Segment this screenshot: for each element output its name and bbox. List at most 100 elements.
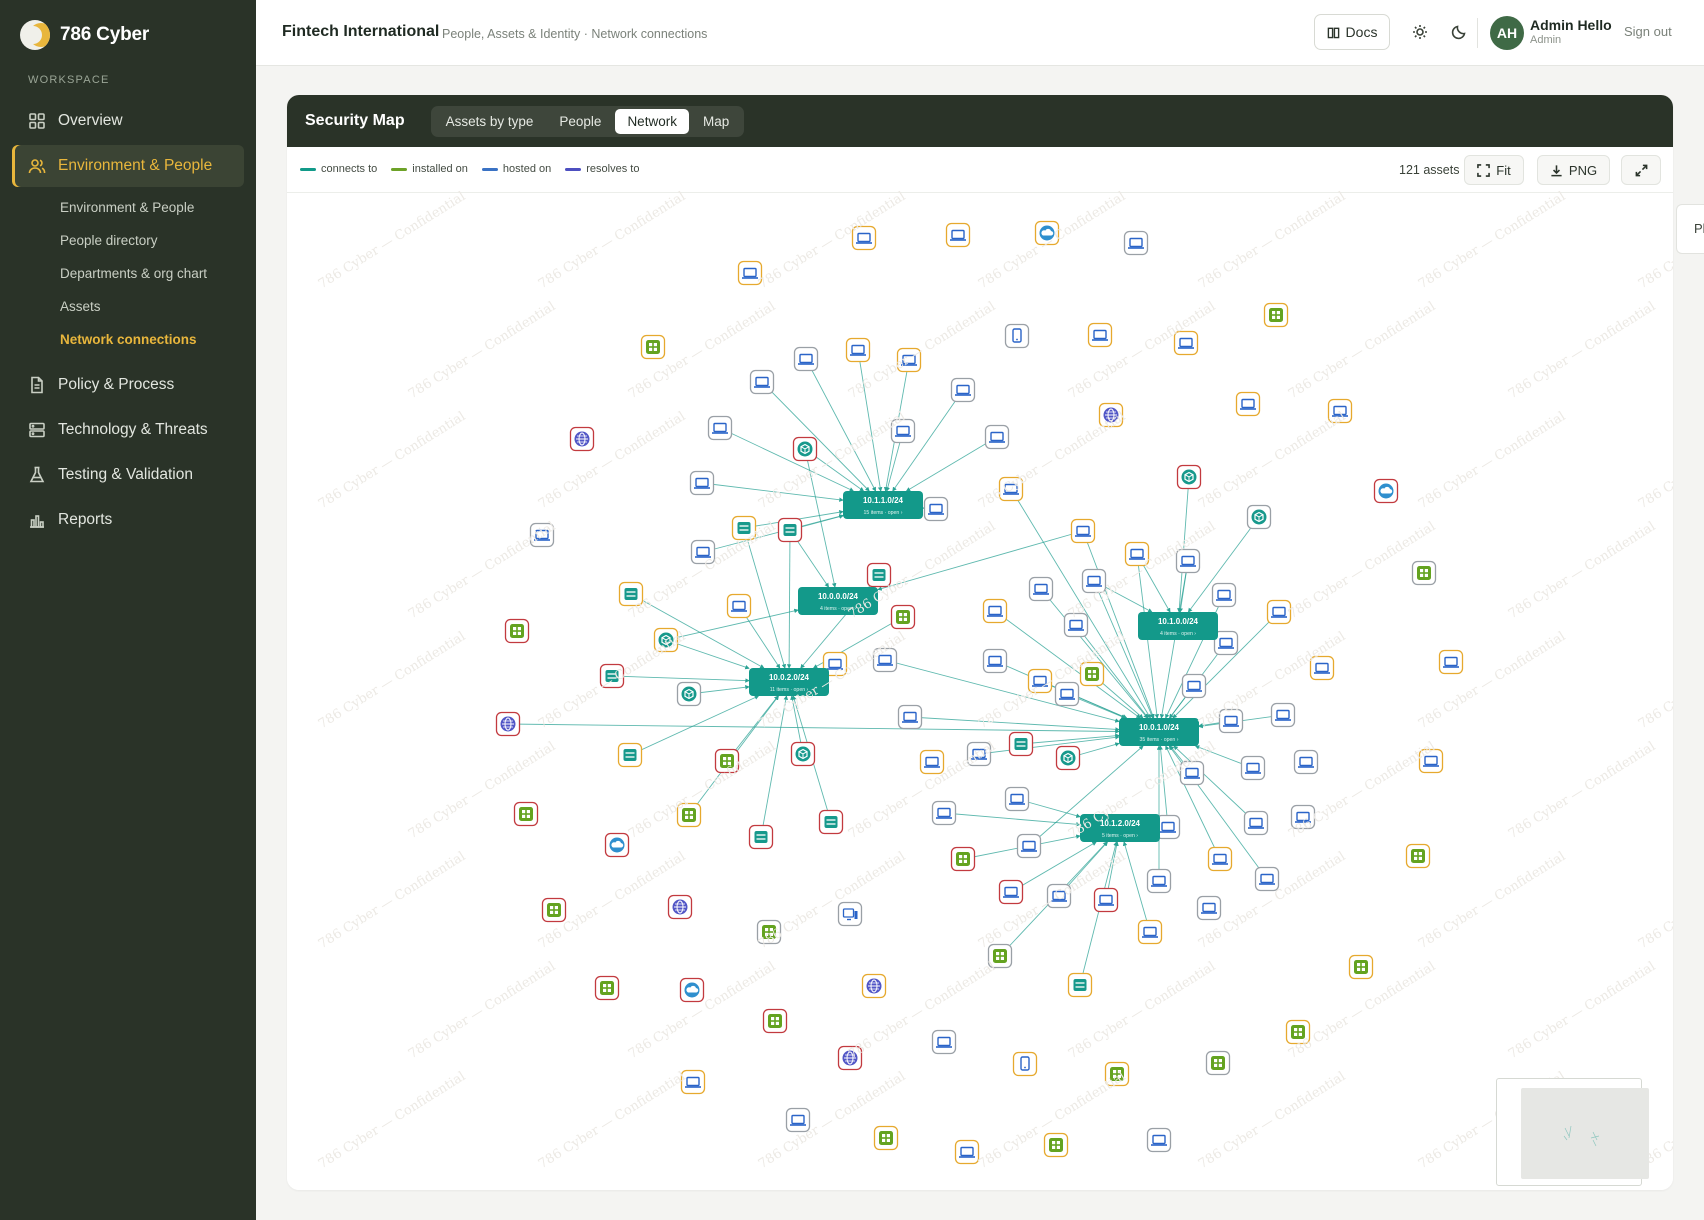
asset-node[interactable]	[923, 496, 949, 522]
asset-node[interactable]	[1034, 220, 1060, 246]
tab-network[interactable]: Network	[615, 108, 689, 134]
asset-node[interactable]	[845, 337, 871, 363]
asset-node[interactable]	[604, 832, 630, 858]
minimap[interactable]	[1496, 1078, 1649, 1186]
asset-node[interactable]	[945, 222, 971, 248]
subnav-item-departments[interactable]: Departments & org chart	[12, 257, 244, 290]
tab-people[interactable]: People	[547, 109, 613, 134]
asset-node[interactable]	[1093, 887, 1119, 913]
brand[interactable]: 786 Cyber	[20, 20, 149, 50]
sidebar-item-reports[interactable]: Reports	[12, 499, 244, 541]
subnet-summary[interactable]: 4 items · open ›	[1160, 631, 1196, 637]
asset-node[interactable]	[1123, 230, 1149, 256]
asset-node[interactable]	[1246, 504, 1272, 530]
asset-node[interactable]	[897, 704, 923, 730]
subnet-hub[interactable]: 10.0.0.0/24 4 items · open ›	[798, 587, 878, 615]
asset-node[interactable]	[726, 593, 752, 619]
asset-node[interactable]	[1373, 478, 1399, 504]
asset-node[interactable]	[1218, 708, 1244, 734]
asset-node[interactable]	[1411, 560, 1437, 586]
asset-node[interactable]	[690, 539, 716, 565]
asset-node[interactable]	[1004, 323, 1030, 349]
subnet-hub[interactable]: 10.1.0.0/24 4 items · open ›	[1138, 612, 1218, 640]
asset-node[interactable]	[653, 627, 679, 653]
asset-node[interactable]	[1207, 846, 1233, 872]
asset-node[interactable]	[749, 369, 775, 395]
asset-node[interactable]	[599, 663, 625, 689]
asset-node[interactable]	[1243, 810, 1269, 836]
asset-node[interactable]	[1098, 402, 1124, 428]
asset-node[interactable]	[785, 1107, 811, 1133]
subnet-hub[interactable]: 10.1.2.0/24 5 items · open ›	[1080, 814, 1160, 842]
asset-node[interactable]	[982, 598, 1008, 624]
network-graph-canvas[interactable]: 786 Cyber — Confidential786 Cyber — Conf…	[287, 189, 1673, 1190]
asset-node[interactable]	[1137, 919, 1163, 945]
asset-node[interactable]	[861, 973, 887, 999]
asset-node[interactable]	[1081, 568, 1107, 594]
asset-node[interactable]	[1004, 786, 1030, 812]
asset-node[interactable]	[1046, 883, 1072, 909]
asset-node[interactable]	[748, 824, 774, 850]
fullscreen-button[interactable]	[1621, 155, 1661, 185]
asset-node[interactable]	[984, 424, 1010, 450]
asset-node[interactable]	[1063, 612, 1089, 638]
asset-node[interactable]	[1028, 576, 1054, 602]
asset-node[interactable]	[1290, 804, 1316, 830]
asset-node[interactable]	[1124, 541, 1150, 567]
light-mode-toggle[interactable]	[1410, 22, 1430, 42]
asset-node[interactable]	[618, 581, 644, 607]
asset-node[interactable]	[617, 742, 643, 768]
asset-node[interactable]	[1405, 843, 1431, 869]
asset-node[interactable]	[689, 470, 715, 496]
asset-node[interactable]	[1240, 755, 1266, 781]
asset-node[interactable]	[679, 977, 705, 1003]
asset-node[interactable]	[896, 347, 922, 373]
asset-node[interactable]	[1055, 745, 1081, 771]
dark-mode-toggle[interactable]	[1449, 22, 1469, 42]
asset-node[interactable]	[1175, 548, 1201, 574]
asset-node[interactable]	[495, 711, 521, 737]
asset-node[interactable]	[1285, 1019, 1311, 1045]
asset-node[interactable]	[1327, 398, 1353, 424]
asset-node[interactable]	[987, 943, 1013, 969]
asset-node[interactable]	[676, 681, 702, 707]
asset-node[interactable]	[851, 225, 877, 251]
network-graph[interactable]: 10.1.1.0/24 15 items · open › 10.0.0.0/24 4…	[287, 193, 1673, 1190]
asset-node[interactable]	[737, 260, 763, 286]
asset-node[interactable]	[1146, 1127, 1172, 1153]
subnet-summary[interactable]: 35 items · open ›	[1140, 737, 1179, 743]
subnet-summary[interactable]: 5 items · open ›	[1102, 833, 1138, 839]
asset-node[interactable]	[762, 1008, 788, 1034]
asset-node[interactable]	[1043, 1132, 1069, 1158]
asset-node[interactable]	[1196, 895, 1222, 921]
subnet-summary[interactable]: 15 items · open ›	[864, 510, 903, 516]
asset-node[interactable]	[569, 426, 595, 452]
asset-node[interactable]	[707, 415, 733, 441]
asset-node[interactable]	[837, 901, 863, 927]
asset-node[interactable]	[777, 517, 803, 543]
asset-node[interactable]	[731, 515, 757, 541]
sidebar-item-policy-process[interactable]: Policy & Process	[12, 364, 244, 406]
tab-assets-by-type[interactable]: Assets by type	[434, 109, 546, 134]
asset-node[interactable]	[1418, 748, 1444, 774]
subnet-summary[interactable]: 11 items · open ›	[770, 687, 809, 693]
asset-node[interactable]	[513, 801, 539, 827]
asset-node[interactable]	[1008, 731, 1034, 757]
asset-node[interactable]	[1173, 330, 1199, 356]
asset-node[interactable]	[919, 749, 945, 775]
side-panel-tab[interactable]: Pl	[1676, 204, 1704, 254]
asset-node[interactable]	[1309, 655, 1335, 681]
asset-node[interactable]	[998, 476, 1024, 502]
sidebar-item-environment-people[interactable]: Environment & People	[12, 145, 244, 187]
asset-node[interactable]	[873, 1125, 899, 1151]
asset-node[interactable]	[1266, 599, 1292, 625]
asset-node[interactable]	[1027, 668, 1053, 694]
asset-node[interactable]	[793, 346, 819, 372]
tab-map[interactable]: Map	[691, 109, 741, 134]
asset-node[interactable]	[1104, 1061, 1130, 1087]
subnet-hub[interactable]: 10.0.1.0/24 35 items · open ›	[1119, 718, 1199, 746]
asset-node[interactable]	[890, 418, 916, 444]
asset-node[interactable]	[931, 800, 957, 826]
fit-button[interactable]: Fit	[1464, 155, 1524, 185]
avatar[interactable]: AH	[1490, 16, 1524, 50]
